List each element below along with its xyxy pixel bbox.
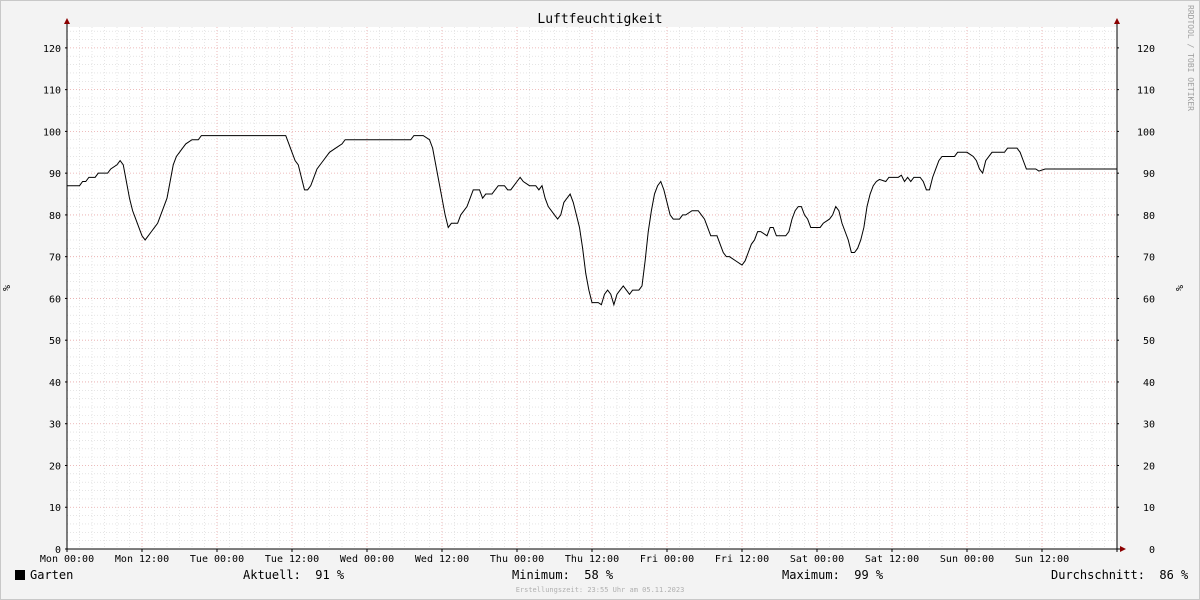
y-tick-label-right: 0 [1149,545,1155,556]
y-tick-label-right: 10 [1143,503,1155,514]
x-ticks: Mon 00:00 Mon 12:00 Tue 00:00 Tue 12:00 Wed … [40,549,1069,565]
x-tick-label: Tue 00:00 [190,554,244,565]
x-tick-label: Mon 00:00 [40,554,94,565]
x-tick-label: Wed 12:00 [415,554,469,565]
x-axis-arrow [1120,546,1126,552]
y-tick-label-left: 30 [49,420,61,431]
y-tick-label-right: 60 [1143,294,1155,305]
y-axis-arrow-right [1114,18,1120,24]
y-tick-label-right: 120 [1137,44,1155,55]
x-tick-label: Sat 12:00 [865,554,919,565]
y-tick-label-left: 20 [49,461,61,472]
y-tick-label-right: 30 [1143,420,1155,431]
x-tick-label: Thu 00:00 [490,554,544,565]
y-axis-label-right: % [1173,285,1184,291]
humidity-chart: 0 10 20 30 40 50 60 70 80 90 100 110 120 0 10 20 30 40 50… [2,5,1195,594]
y-tick-label-right: 90 [1143,169,1155,180]
y-tick-label-left: 40 [49,378,61,389]
y-tick-label-left: 70 [49,253,61,264]
y-tick-label-left: 80 [49,211,61,222]
rrdtool-credit: RRDTOOL / TOBI OETIKER [1186,5,1195,111]
y-axis-arrow-left [64,18,70,24]
y-tick-label-left: 100 [43,127,61,138]
y-ticks-right: 0 10 20 30 40 50 60 70 80 90 100 110 120 [1117,44,1155,556]
y-tick-label-right: 110 [1137,86,1155,97]
legend-series: Garten [15,568,73,582]
chart-title: Luftfeuchtigkeit [537,12,662,27]
legend-minimum: Minimum: 58 % [512,568,614,582]
y-tick-label-left: 90 [49,169,61,180]
legend-average: Durchschnitt: 86 % [1051,568,1189,582]
x-tick-label: Fri 00:00 [640,554,694,565]
x-tick-label: Thu 12:00 [565,554,619,565]
x-tick-label: Mon 12:00 [115,554,169,565]
legend-series-label: Garten [30,568,74,582]
y-tick-label-left: 50 [49,336,61,347]
y-tick-label-right: 100 [1137,127,1155,138]
x-tick-label: Sat 00:00 [790,554,844,565]
y-tick-label-left: 120 [43,44,61,55]
legend-current: Aktuell: 91 % [243,568,345,582]
y-tick-label-left: 10 [49,503,61,514]
x-tick-label: Sun 12:00 [1015,554,1069,565]
y-tick-label-right: 20 [1143,461,1155,472]
y-tick-label-left: 110 [43,86,61,97]
y-ticks-left: 0102030405060708090100110120 [43,44,67,556]
legend-maximum: Maximum: 99 % [782,568,884,582]
x-tick-label: Fri 12:00 [715,554,769,565]
y-tick-label-right: 70 [1143,253,1155,264]
legend-swatch [15,570,25,580]
x-tick-label: Sun 00:00 [940,554,994,565]
x-tick-label: Wed 00:00 [340,554,394,565]
y-tick-label-right: 50 [1143,336,1155,347]
creation-time: Erstellungszeit: 23:55 Uhr am 05.11.2023 [516,586,685,594]
legend: Garten Aktuell: 91 % Minimum: 58 % Maxim… [0,568,1200,584]
y-tick-label-right: 80 [1143,211,1155,222]
y-tick-label-right: 40 [1143,378,1155,389]
y-axis-label-left: % [2,285,13,291]
x-tick-label: Tue 12:00 [265,554,319,565]
y-tick-label-left: 60 [49,294,61,305]
